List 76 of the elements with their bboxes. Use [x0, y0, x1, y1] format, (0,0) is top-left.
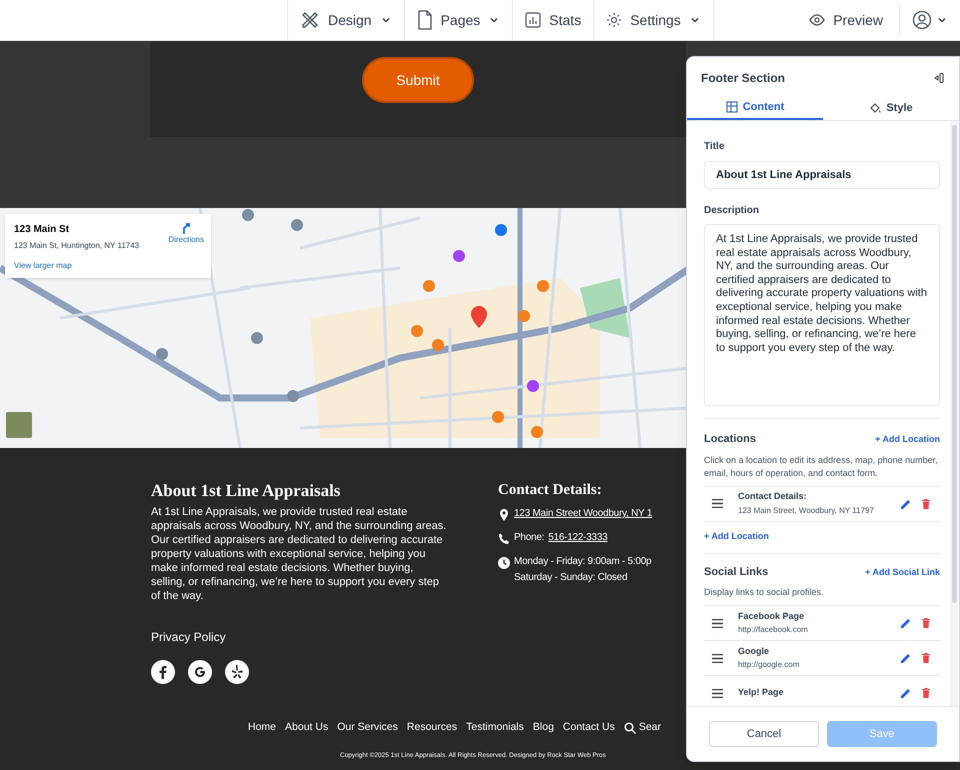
contact-heading: Contact Details:: [498, 481, 603, 499]
search-link[interactable]: Sear: [624, 720, 662, 736]
edit-pencil-icon[interactable]: [900, 687, 912, 699]
footer-description: At 1st Line Appraisals, we provide trusted real estate appraisals across Woodbury, NY, and the surrounding areas. Our certified appraisers are dedicated to delivering accurate property valuations with exceptional service, helping you make informed real estate decisions. Whether buying, selling, or refinancing, we’re here to support you every step of the way.: [151, 505, 447, 603]
submit-button[interactable]: Submit: [362, 57, 474, 103]
title-input[interactable]: About 1st Line Appraisals: [704, 161, 940, 189]
nav-menu-button[interactable]: Stats: [512, 0, 594, 40]
bar-chart-icon: [525, 12, 542, 28]
footer-nav-link[interactable]: Home: [248, 720, 276, 736]
eye-icon: [809, 12, 826, 28]
cancel-button[interactable]: Cancel: [709, 721, 819, 747]
collapse-panel-icon[interactable]: [933, 72, 945, 84]
footer-heading: About 1st Line Appraisals: [151, 481, 342, 501]
nav-menu-button[interactable]: Settings: [593, 0, 714, 40]
scrollbar-thumb[interactable]: [952, 125, 956, 603]
add-social-link[interactable]: + Add Social Link: [865, 566, 940, 579]
section-hint: Click on a location to edit its address, map, phone number, email, hours of operation, and contact form.: [704, 454, 939, 480]
trash-icon[interactable]: [920, 652, 932, 664]
edit-pencil-icon[interactable]: [900, 498, 912, 510]
list-item-title[interactable]: Google: [738, 644, 900, 658]
drag-handle-icon[interactable]: [712, 688, 723, 698]
address-link[interactable]: 123 Main Street Woodbury, NY 1: [514, 507, 652, 521]
opening-hours: Monday - Friday: 9:00am - 5:00p: [514, 555, 652, 569]
google-icon[interactable]: [188, 660, 212, 684]
list-item-title[interactable]: Contact Details:: [738, 490, 900, 504]
footer-nav-link[interactable]: About Us: [285, 720, 328, 736]
footer-nav-link[interactable]: Contact Us: [562, 720, 615, 736]
nav-menu-button[interactable]: Design: [287, 0, 404, 40]
add-location-link[interactable]: + Add Location: [875, 432, 940, 446]
footer-nav-link[interactable]: Blog: [532, 720, 554, 736]
list-item-detail: 123 Main Street, Woodbury, NY 11797: [738, 504, 875, 517]
directions-icon: [180, 222, 192, 234]
yelp-icon[interactable]: [225, 660, 249, 684]
list-item-title[interactable]: Yelp! Page: [738, 686, 900, 700]
place-address: 123 Main St, Huntington, NY 11743: [14, 240, 140, 252]
view-larger-map-link[interactable]: View larger map: [14, 260, 202, 272]
section-heading: Social Links: [704, 565, 768, 580]
drag-handle-icon[interactable]: [712, 499, 723, 508]
search-icon: [624, 722, 636, 734]
field-label: Description: [704, 204, 760, 218]
panel-title: Footer Section: [701, 70, 786, 87]
facebook-icon[interactable]: [151, 660, 175, 684]
opening-hours: Saturday - Sunday: Closed: [514, 571, 628, 585]
list-item-detail: http://facebook.com: [738, 624, 809, 636]
section-hint: Display links to social profiles.: [704, 586, 825, 599]
panel-tab[interactable]: Content: [687, 96, 823, 120]
phone-icon: [498, 533, 510, 545]
privacy-policy-link[interactable]: Privacy Policy: [151, 628, 498, 646]
edit-pencil-icon[interactable]: [900, 617, 912, 629]
trash-icon[interactable]: [920, 498, 932, 510]
panel-tab[interactable]: Style: [823, 96, 959, 120]
list-item-detail: http://google.com: [738, 659, 800, 672]
directions-link[interactable]: Directions: [168, 222, 204, 252]
field-label: Title: [704, 140, 726, 154]
edit-pencil-icon[interactable]: [900, 652, 912, 664]
place-name: 123 Main St: [14, 223, 70, 237]
phone-label: Phone:: [514, 531, 544, 545]
footer-nav-link[interactable]: Our Services: [337, 720, 398, 736]
list-item-title[interactable]: Facebook Page: [738, 610, 900, 624]
footer-nav-link[interactable]: Resources: [406, 720, 458, 736]
phone-link[interactable]: 516-122-3333: [548, 531, 608, 545]
trash-icon[interactable]: [920, 617, 932, 629]
grid-icon: [726, 101, 738, 113]
preview-button[interactable]: Preview: [793, 0, 899, 40]
description-textarea[interactable]: At 1st Line Appraisals, we provide trusted real estate appraisals across Woodbury, NY, and the surrounding areas. Our certified appraisers are dedicated to delivering accurate property valuations with exceptional service, helping you make informed real estate decisions. Whether buying, selling, or refinancing, we’re here to support you every step of the way.: [704, 224, 940, 406]
location-pin-icon: [498, 509, 510, 521]
clock-icon: [498, 557, 510, 569]
section-heading: Locations: [704, 432, 756, 447]
user-avatar-icon: [912, 10, 932, 30]
drag-handle-icon[interactable]: [712, 654, 723, 662]
footer-nav-link[interactable]: Testimonials: [466, 720, 524, 736]
add-location-link[interactable]: + Add Location: [704, 530, 940, 543]
drag-handle-icon[interactable]: [712, 618, 723, 628]
trash-icon[interactable]: [920, 687, 932, 699]
nav-menu-button[interactable]: Pages: [404, 0, 512, 40]
document-icon: [416, 10, 433, 30]
